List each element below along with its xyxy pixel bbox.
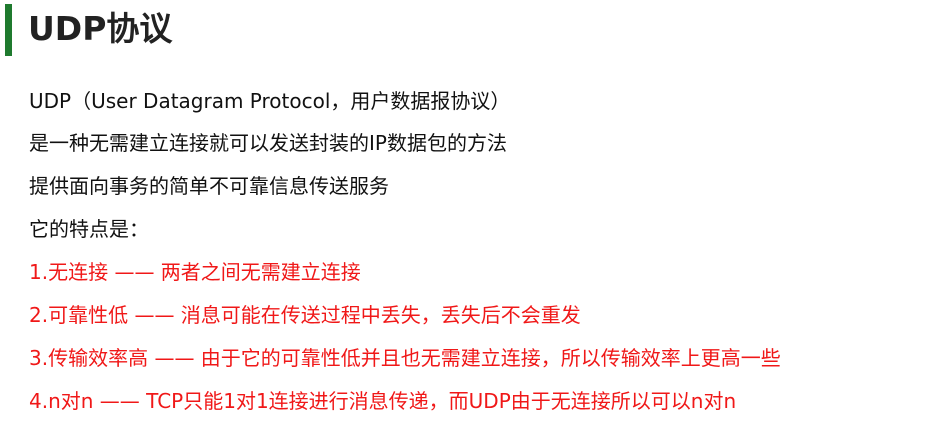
feature-item: 1.无连接 —— 两者之间无需建立连接 xyxy=(29,260,361,284)
feature-item: 3.传输效率高 —— 由于它的可靠性低并且也无需建立连接，所以传输效率上更高一些 xyxy=(29,346,781,370)
intro-line: 它的特点是： xyxy=(29,217,149,241)
feature-item: 4.n对n —— TCP只能1对1连接进行消息传递，而UDP由于无连接所以可以n… xyxy=(29,389,737,413)
title-accent-bar xyxy=(5,4,12,56)
page-title: UDP协议 xyxy=(28,9,173,48)
intro-line: 是一种无需建立连接就可以发送封装的IP数据包的方法 xyxy=(29,131,507,155)
intro-line: 提供面向事务的简单不可靠信息传送服务 xyxy=(29,174,389,198)
feature-item: 2.可靠性低 —— 消息可能在传送过程中丢失，丢失后不会重发 xyxy=(29,303,581,327)
intro-line: UDP（User Datagram Protocol，用户数据报协议） xyxy=(29,89,511,113)
